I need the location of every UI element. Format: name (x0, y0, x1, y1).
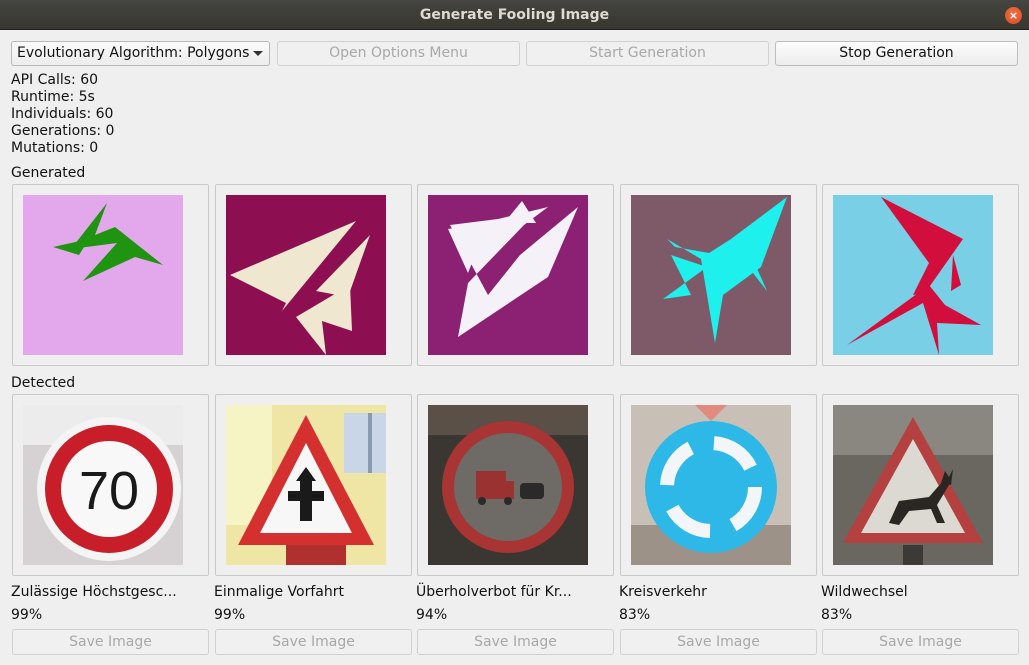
roundabout-sign-icon (631, 405, 791, 565)
title-bar: Generate Fooling Image × (0, 0, 1029, 30)
polygon-image (428, 195, 588, 355)
confidence-value: 99% (214, 607, 246, 623)
generated-image-tile (417, 184, 614, 366)
priority-sign-icon (226, 405, 386, 565)
close-icon[interactable]: × (1005, 7, 1022, 24)
save-image-button[interactable]: Save Image (822, 629, 1019, 655)
generated-image-tile (12, 184, 209, 366)
mutations-stat: Mutations: 0 (11, 140, 99, 156)
save-image-button[interactable]: Save Image (620, 629, 817, 655)
algorithm-select-value: Evolutionary Algorithm: Polygons (17, 45, 250, 61)
detected-image-tile (417, 394, 614, 576)
detected-image-tile (215, 394, 412, 576)
detected-label: Einmalige Vorfahrt (214, 584, 344, 600)
generated-image-tile (215, 184, 412, 366)
generated-image-tile (822, 184, 1019, 366)
detected-image-tile (620, 394, 817, 576)
detected-label: Kreisverkehr (619, 584, 707, 600)
confidence-value: 83% (821, 607, 853, 623)
detected-image-tile: 70 (12, 394, 209, 576)
deer-crossing-sign-icon (833, 405, 993, 565)
window-title: Generate Fooling Image (419, 7, 610, 23)
confidence-value: 94% (416, 607, 448, 623)
detected-label: Zulässige Höchstgesc... (11, 584, 177, 600)
generated-section-label: Generated (11, 165, 86, 181)
detected-section-label: Detected (11, 375, 76, 391)
algorithm-select[interactable]: Evolutionary Algorithm: Polygons (11, 41, 270, 66)
polygon-image (631, 195, 791, 355)
speed-limit-text: 70 (79, 461, 139, 521)
no-overtaking-trucks-sign-icon (428, 405, 588, 565)
save-image-button[interactable]: Save Image (12, 629, 209, 655)
stop-generation-button[interactable]: Stop Generation (775, 41, 1018, 66)
generations-stat: Generations: 0 (11, 123, 115, 139)
api-calls-stat: API Calls: 60 (11, 72, 99, 88)
chevron-down-icon (253, 51, 263, 56)
individuals-stat: Individuals: 60 (11, 106, 114, 122)
stats-panel: API Calls: 60 Runtime: 5s Individuals: 6… (11, 72, 114, 157)
speed-limit-sign-icon: 70 (23, 405, 183, 565)
detected-image-tile (822, 394, 1019, 576)
runtime-stat: Runtime: 5s (11, 89, 95, 105)
detected-label: Wildwechsel (821, 584, 908, 600)
confidence-value: 83% (619, 607, 651, 623)
generated-image-tile (620, 184, 817, 366)
save-image-button[interactable]: Save Image (215, 629, 412, 655)
confidence-value: 99% (11, 607, 43, 623)
polygon-image (23, 195, 183, 355)
polygon-image (833, 195, 993, 355)
detected-label: Überholverbot für Kr... (416, 584, 572, 600)
save-image-button[interactable]: Save Image (417, 629, 614, 655)
open-options-button[interactable]: Open Options Menu (277, 41, 520, 66)
start-generation-button[interactable]: Start Generation (526, 41, 769, 66)
polygon-image (226, 195, 386, 355)
